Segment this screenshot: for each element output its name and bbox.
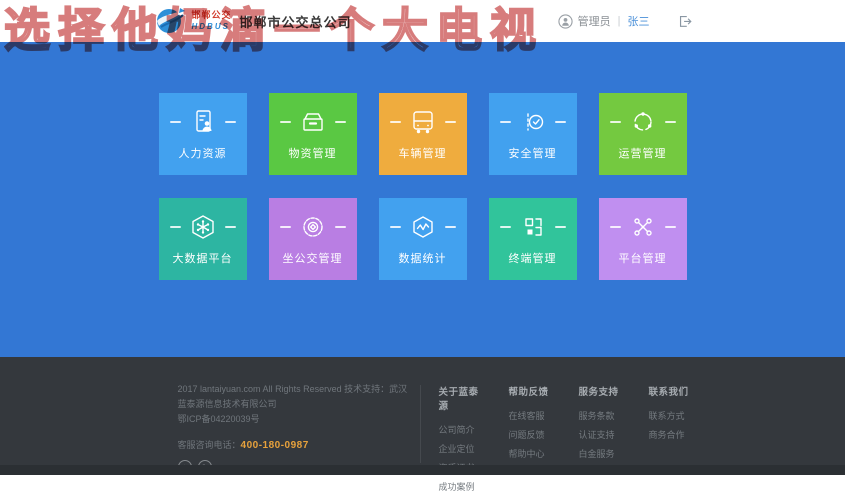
tile-terminals[interactable]: 终端管理 <box>489 198 577 280</box>
archive-box-icon <box>298 108 328 136</box>
dash-right <box>555 121 566 123</box>
dash-left <box>500 121 511 123</box>
service-phone-line: 客服咨询电话：400-180-0987 <box>178 438 410 451</box>
company-title: 邯郸市公交总公司 <box>240 12 352 31</box>
dash-right <box>225 121 236 123</box>
dash-left <box>170 226 181 228</box>
service-phone: 400-180-0987 <box>241 440 309 451</box>
tile-label: 物资管理 <box>289 145 337 161</box>
dash-left <box>390 121 401 123</box>
tile-label: 车辆管理 <box>399 145 447 161</box>
user-area: 管理员 | 张三 <box>558 13 693 29</box>
footer-link[interactable]: 帮助中心 <box>509 447 553 460</box>
tile-grid: 人力资源 物资管理 <box>159 93 687 280</box>
footer-col-about: 关于蓝泰源 公司简介 企业定位 资质证书 成功案例 <box>439 384 483 499</box>
main-launcher: 人力资源 物资管理 <box>0 42 845 357</box>
dash-right <box>665 121 676 123</box>
footer-col-title: 帮助反馈 <box>509 384 553 398</box>
dash-right <box>665 226 676 228</box>
footer-link[interactable]: 公司简介 <box>439 423 483 436</box>
tile-vehicles[interactable]: 车辆管理 <box>379 93 467 175</box>
user-name-link[interactable]: 张三 <box>628 13 650 29</box>
tile-label: 坐公交管理 <box>283 250 343 266</box>
logo-en-text: HDBUS <box>192 23 232 31</box>
footer-link[interactable]: 白金服务 <box>579 447 623 460</box>
logout-icon <box>677 13 693 29</box>
logo: 邯郸公交 HDBUS <box>153 6 232 36</box>
footer: 2017 lantaiyuan.com All Rights Reserved … <box>0 357 845 475</box>
checklist-check-icon <box>518 108 548 136</box>
logo-globe-icon <box>153 6 187 36</box>
footer-col-title: 服务支持 <box>579 384 623 398</box>
tile-safety[interactable]: 安全管理 <box>489 93 577 175</box>
tile-label: 运营管理 <box>619 145 667 161</box>
dash-right <box>445 226 456 228</box>
copyright-line1: 2017 lantaiyuan.com All Rights Reserved … <box>178 382 410 412</box>
tile-label: 终端管理 <box>509 250 557 266</box>
dash-right <box>335 121 346 123</box>
copyright-line2: 鄂ICP备04220039号 <box>178 412 410 427</box>
tile-label: 大数据平台 <box>173 250 233 266</box>
bus-icon <box>408 108 438 136</box>
dash-right <box>225 226 236 228</box>
tile-label: 人力资源 <box>179 145 227 161</box>
dash-left <box>610 226 621 228</box>
footer-bottom-strip <box>0 465 845 475</box>
user-role-label: 管理员 <box>578 13 611 29</box>
footer-link[interactable]: 企业定位 <box>439 442 483 455</box>
tile-label: 安全管理 <box>509 145 557 161</box>
footer-col-contact: 联系我们 联系方式 商务合作 <box>649 384 693 499</box>
tile-platform[interactable]: 平台管理 <box>599 198 687 280</box>
dash-right <box>445 121 456 123</box>
footer-link[interactable]: 在线客服 <box>509 409 553 422</box>
hexagon-network-icon <box>188 213 218 241</box>
footer-link[interactable]: 联系方式 <box>649 409 693 422</box>
tile-label: 平台管理 <box>619 250 667 266</box>
tile-bus-ride[interactable]: 坐公交管理 <box>269 198 357 280</box>
logout-button[interactable] <box>677 13 693 29</box>
dash-left <box>500 226 511 228</box>
footer-link[interactable]: 认证支持 <box>579 428 623 441</box>
document-person-icon <box>188 108 218 136</box>
user-avatar-icon <box>558 14 573 29</box>
qr-code-icon <box>518 213 548 241</box>
dash-left <box>280 121 291 123</box>
tile-materials[interactable]: 物资管理 <box>269 93 357 175</box>
dash-left <box>390 226 401 228</box>
tile-operations[interactable]: 运营管理 <box>599 93 687 175</box>
dash-left <box>280 226 291 228</box>
badge-gear-icon <box>298 213 328 241</box>
footer-col-title: 联系我们 <box>649 384 693 398</box>
hexagon-pulse-icon <box>408 213 438 241</box>
logo-cn-text: 邯郸公交 <box>192 12 232 21</box>
service-phone-label: 客服咨询电话： <box>178 440 241 450</box>
dash-left <box>170 121 181 123</box>
footer-info: 2017 lantaiyuan.com All Rights Reserved … <box>153 382 410 499</box>
footer-link[interactable]: 商务合作 <box>649 428 693 441</box>
footer-col-help: 帮助反馈 在线客服 问题反馈 帮助中心 <box>509 384 553 499</box>
header: 邯郸公交 HDBUS 邯郸市公交总公司 管理员 | 张三 <box>0 0 845 42</box>
tile-label: 数据统计 <box>399 250 447 266</box>
footer-col-support: 服务支持 服务条款 认证支持 白金服务 <box>579 384 623 499</box>
dash-right <box>555 226 566 228</box>
node-link-icon <box>628 213 658 241</box>
dash-left <box>610 121 621 123</box>
dash-right <box>335 226 346 228</box>
tile-bigdata[interactable]: 大数据平台 <box>159 198 247 280</box>
footer-link[interactable]: 问题反馈 <box>509 428 553 441</box>
footer-link[interactable]: 成功案例 <box>439 480 483 493</box>
footer-link-columns: 关于蓝泰源 公司简介 企业定位 资质证书 成功案例 帮助反馈 在线客服 问题反馈… <box>439 382 693 499</box>
network-circle-icon <box>628 108 658 136</box>
footer-col-title: 关于蓝泰源 <box>439 384 483 412</box>
tile-human-resources[interactable]: 人力资源 <box>159 93 247 175</box>
footer-divider <box>420 385 421 463</box>
tile-statistics[interactable]: 数据统计 <box>379 198 467 280</box>
user-separator: | <box>618 15 621 27</box>
footer-link[interactable]: 服务条款 <box>579 409 623 422</box>
